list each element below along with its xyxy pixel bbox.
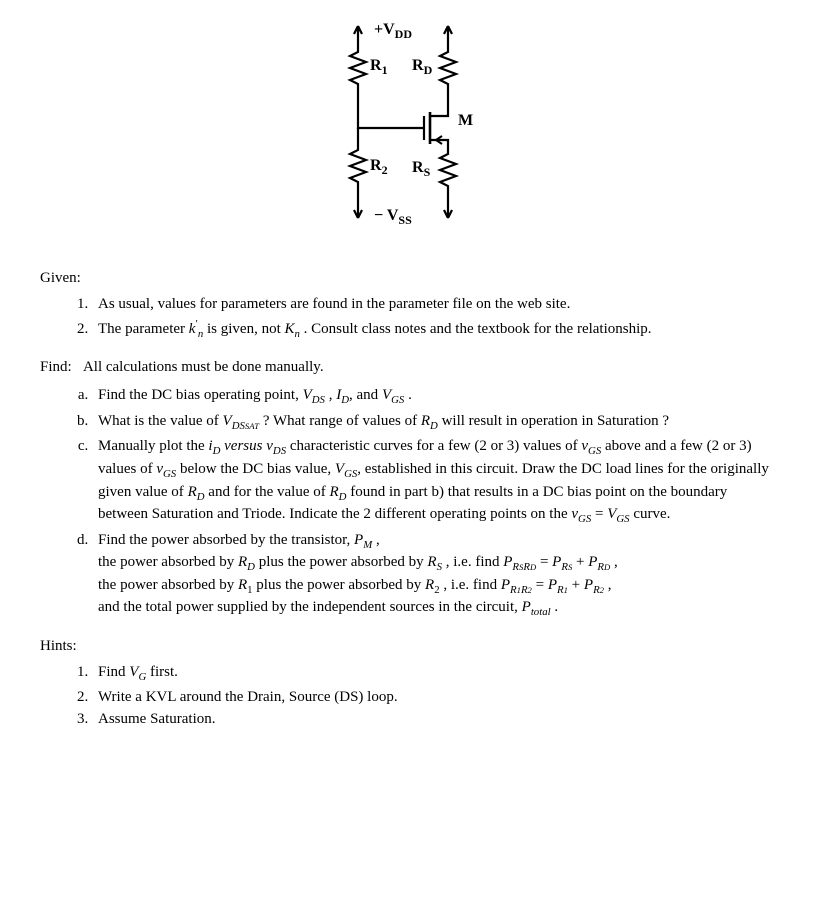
svg-text:− VSS: − VSS [374, 207, 412, 227]
hints-list: Find VG first. Write a KVL around the Dr… [40, 662, 776, 729]
svg-text:RD: RD [412, 57, 433, 77]
part-a: Find the DC bias operating point, VDS , … [92, 385, 776, 408]
given-label: Given: [40, 268, 776, 288]
svg-text:M: M [458, 112, 473, 129]
circuit-figure: +VDD R1 RD M R2 RS − VSS [40, 20, 776, 240]
svg-text:R1: R1 [370, 57, 388, 77]
part-d: Find the power absorbed by the transisto… [92, 530, 776, 620]
part-b: What is the value of VDSSAT ? What range… [92, 411, 776, 434]
svg-text:+VDD: +VDD [374, 21, 412, 41]
svg-text:R2: R2 [370, 157, 388, 177]
find-text: All calculations must be done manually. [83, 359, 324, 375]
svg-text:RS: RS [412, 159, 431, 179]
circuit-svg: +VDD R1 RD M R2 RS − VSS [328, 20, 488, 240]
find-line: Find: All calculations must be done manu… [40, 357, 776, 377]
given-item-1: As usual, values for parameters are foun… [92, 294, 776, 314]
find-label: Find: [40, 359, 72, 375]
hints-label: Hints: [40, 636, 776, 656]
given-item-2: The parameter k′n is given, not Kn . Con… [92, 317, 776, 342]
hint-1: Find VG first. [92, 662, 776, 685]
given-list: As usual, values for parameters are foun… [40, 294, 776, 341]
hint-3: Assume Saturation. [92, 709, 776, 729]
parts-list: Find the DC bias operating point, VDS , … [40, 385, 776, 620]
part-c: Manually plot the iD versus vDS characte… [92, 436, 776, 526]
hint-2: Write a KVL around the Drain, Source (DS… [92, 687, 776, 707]
